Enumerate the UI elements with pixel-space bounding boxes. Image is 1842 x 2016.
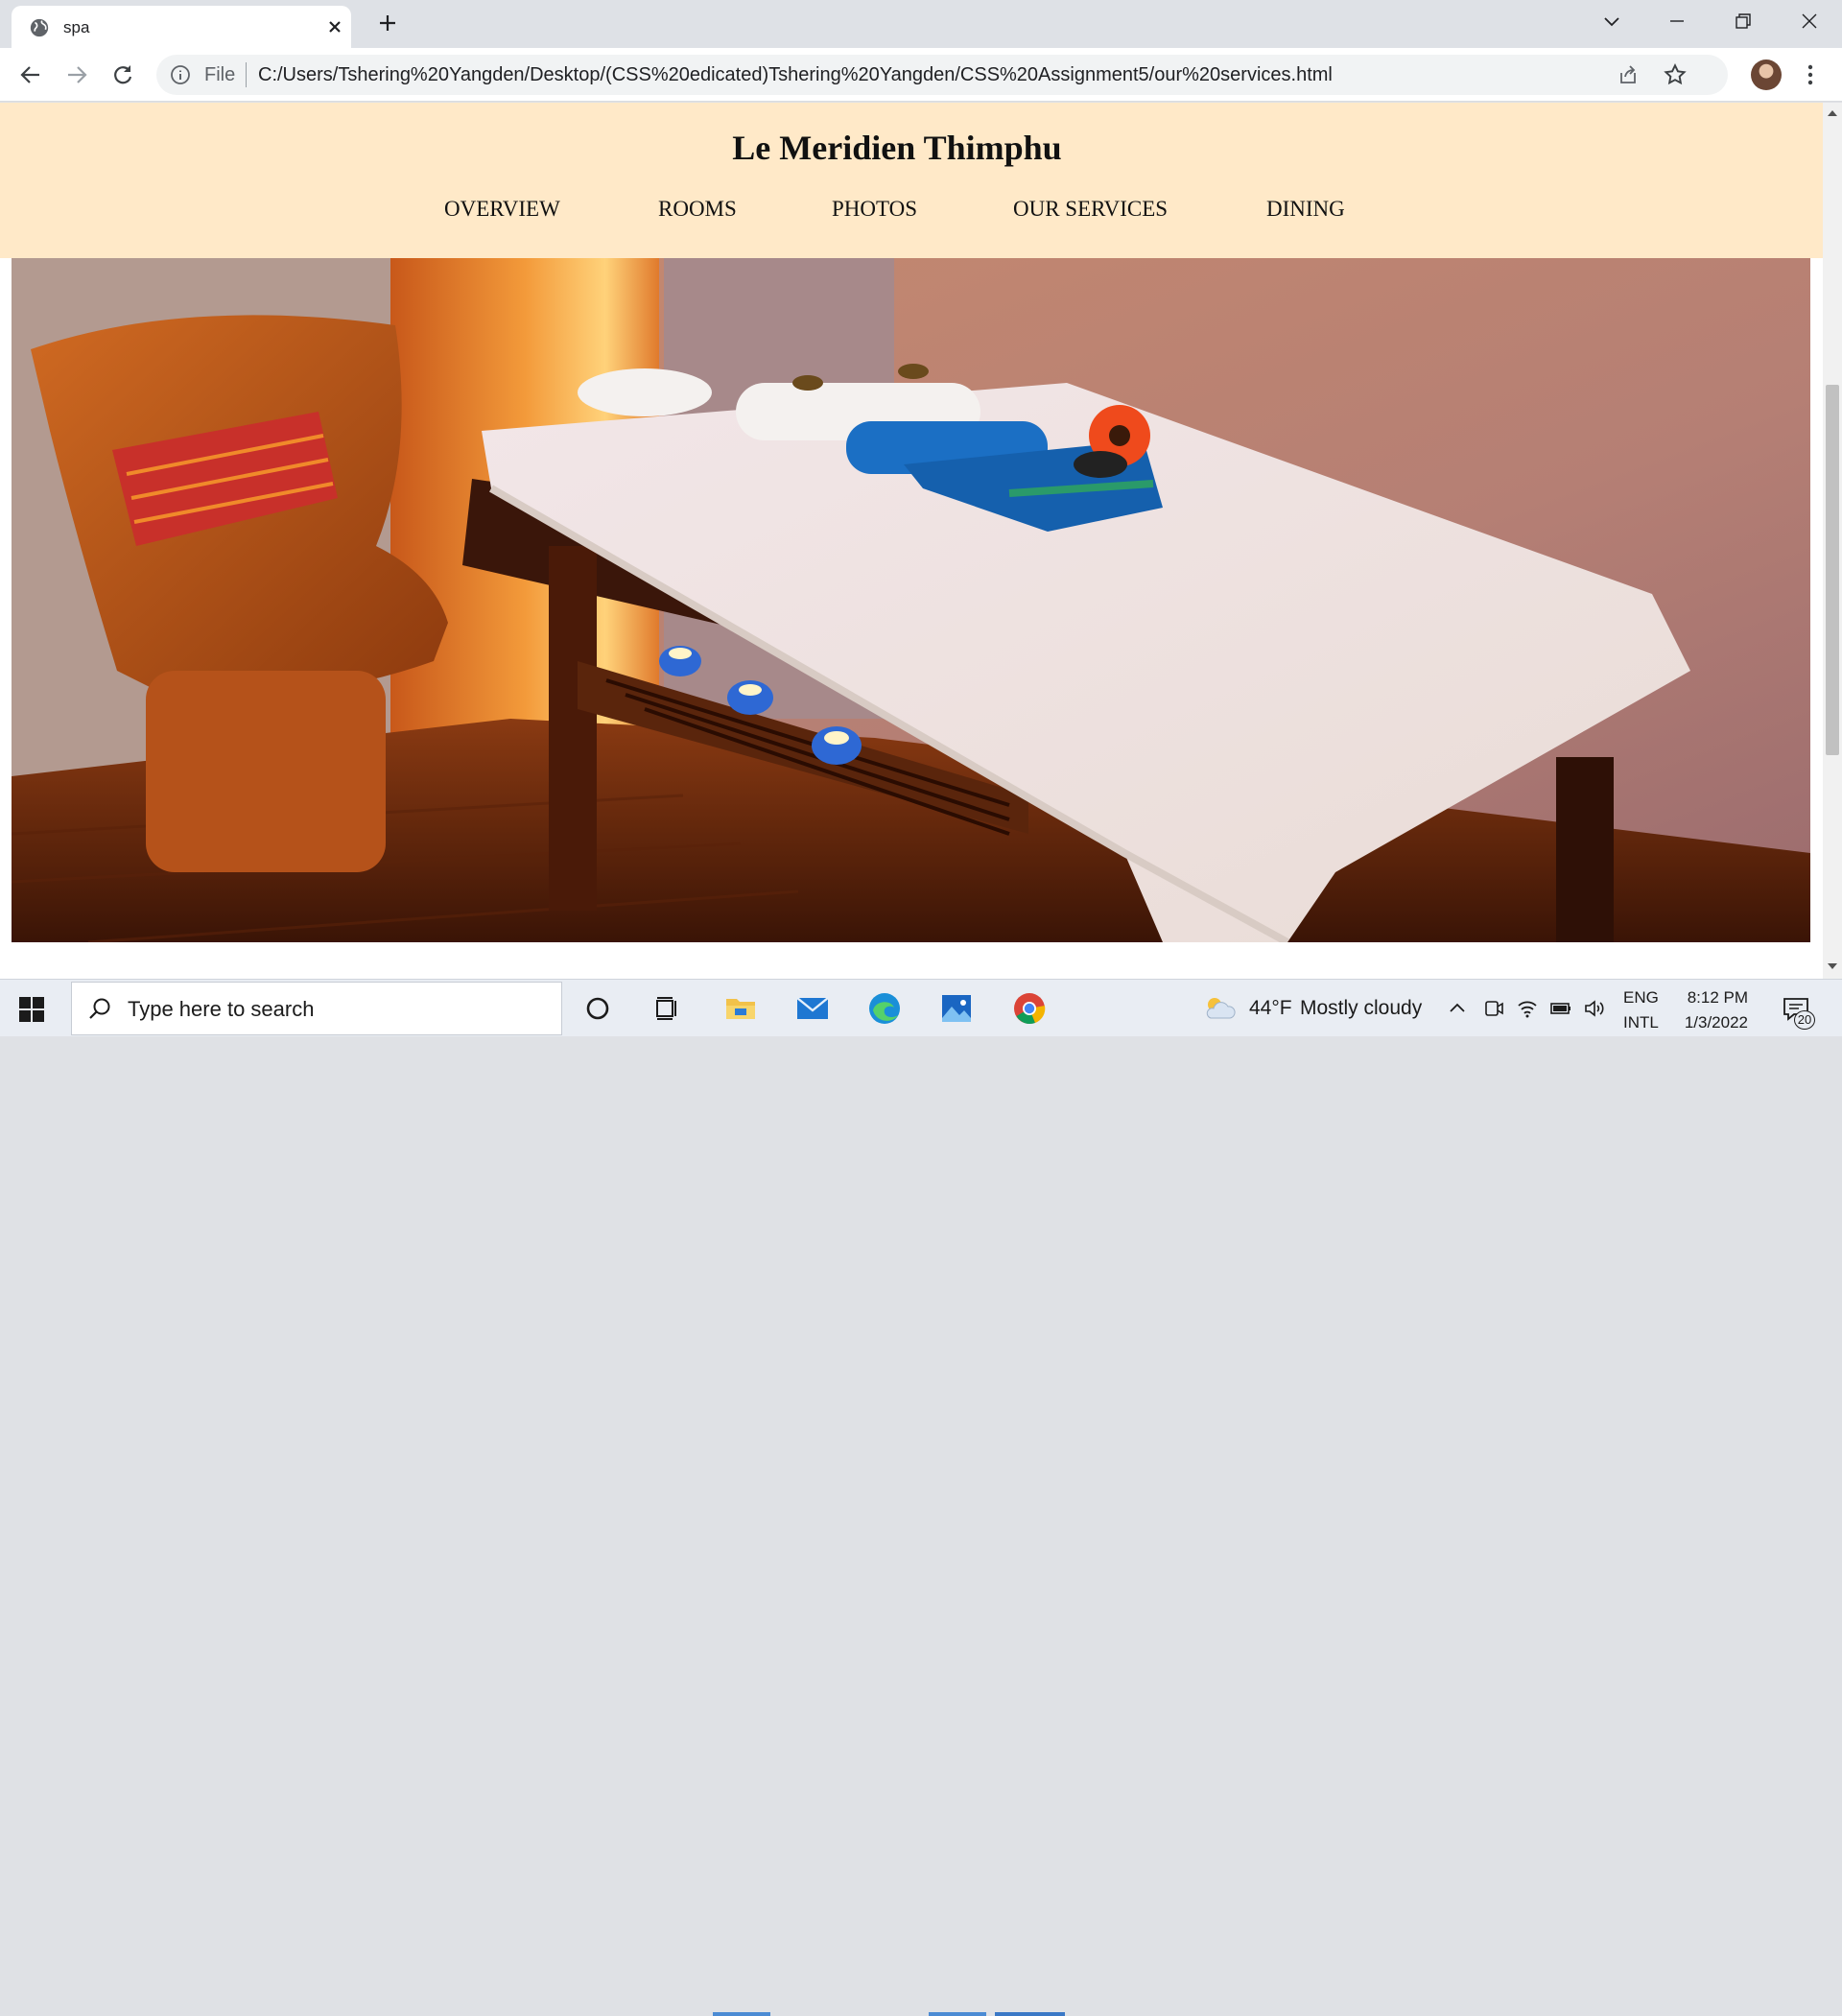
lang-primary: ENG	[1623, 988, 1659, 1007]
close-window-icon[interactable]	[1794, 10, 1823, 33]
meet-now-icon[interactable]	[1482, 997, 1505, 1020]
cortana-icon[interactable]	[579, 989, 617, 1028]
new-tab-icon[interactable]	[376, 12, 399, 35]
tab-title: spa	[63, 18, 90, 36]
site-nav: OVERVIEW ROOMS PHOTOS OUR SERVICES DININ…	[0, 197, 1823, 225]
explorer-active-indicator	[713, 2012, 770, 2016]
tab-search-chevron-icon[interactable]	[1597, 10, 1626, 33]
nav-rooms[interactable]: ROOMS	[658, 197, 737, 222]
more-menu-icon[interactable]	[1799, 61, 1822, 88]
restore-icon[interactable]	[1728, 10, 1757, 33]
taskbar-search-box[interactable]: Type here to search	[71, 982, 562, 1035]
nav-overview[interactable]: OVERVIEW	[444, 197, 560, 222]
back-icon[interactable]	[17, 61, 44, 88]
address-bar[interactable]: File C:/Users/Tshering%20Yangden/Desktop…	[156, 55, 1728, 95]
input-language[interactable]: ENG INTL	[1623, 985, 1659, 1035]
notification-count-badge: 20	[1794, 1010, 1815, 1030]
profile-avatar[interactable]	[1751, 59, 1782, 90]
url-text[interactable]: C:/Users/Tshering%20Yangden/Desktop/(CSS…	[258, 64, 1333, 86]
scheme-label: File	[204, 64, 236, 85]
scroll-up-arrow-icon[interactable]	[1827, 108, 1838, 118]
photos-active-indicator	[929, 2012, 986, 2016]
windows-taskbar: Type here to search 44°F Mostly cloudy E…	[0, 979, 1842, 2016]
nav-dining[interactable]: DINING	[1266, 197, 1345, 222]
browser-tab-strip: spa	[0, 0, 1842, 48]
forward-icon[interactable]	[63, 61, 90, 88]
task-view-icon[interactable]	[648, 989, 686, 1028]
wifi-icon[interactable]	[1516, 997, 1539, 1020]
minimize-icon[interactable]	[1663, 10, 1691, 33]
edge-icon[interactable]	[865, 989, 904, 1028]
reload-icon[interactable]	[109, 61, 136, 88]
mail-icon[interactable]	[793, 989, 832, 1028]
site-info-icon[interactable]	[170, 64, 191, 85]
nav-our-services[interactable]: OUR SERVICES	[1013, 197, 1168, 222]
browser-toolbar: File C:/Users/Tshering%20Yangden/Desktop…	[0, 48, 1842, 102]
weather-description[interactable]: Mostly cloudy	[1300, 997, 1422, 1020]
volume-icon[interactable]	[1583, 997, 1606, 1020]
bookmark-star-icon[interactable]	[1663, 62, 1688, 87]
globe-icon	[30, 18, 49, 37]
weather-cloud-icon[interactable]	[1203, 995, 1236, 1022]
system-clock[interactable]: 8:12 PM 1/3/2022	[1681, 985, 1748, 1035]
chrome-active-indicator	[995, 2012, 1065, 2016]
scrollbar-thumb[interactable]	[1826, 385, 1839, 755]
lang-secondary: INTL	[1623, 1013, 1659, 1032]
windows-start-icon[interactable]	[19, 997, 44, 1022]
scroll-down-arrow-icon[interactable]	[1827, 961, 1838, 971]
clock-date: 1/3/2022	[1684, 1013, 1748, 1032]
nav-photos[interactable]: PHOTOS	[832, 197, 917, 222]
chrome-icon[interactable]	[1010, 989, 1049, 1028]
tab-spa[interactable]: spa	[12, 6, 351, 48]
search-icon	[89, 998, 110, 1019]
photos-icon[interactable]	[937, 989, 976, 1028]
address-separator	[246, 62, 247, 87]
weather-temp[interactable]: 44°F	[1249, 997, 1292, 1020]
battery-icon[interactable]	[1549, 997, 1572, 1020]
site-title: Le Meridien Thimphu	[732, 129, 1062, 167]
page-scrollbar[interactable]	[1823, 103, 1842, 979]
page-viewport: Le Meridien Thimphu OVERVIEW ROOMS PHOTO…	[0, 103, 1823, 979]
file-explorer-icon[interactable]	[721, 989, 760, 1028]
share-icon[interactable]	[1617, 63, 1640, 86]
clock-time: 8:12 PM	[1687, 988, 1748, 1007]
site-header: Le Meridien Thimphu OVERVIEW ROOMS PHOTO…	[0, 103, 1823, 258]
show-hidden-icons-chevron-icon[interactable]	[1446, 997, 1469, 1020]
spa-room-photo	[12, 258, 1810, 942]
close-tab-icon[interactable]	[323, 15, 346, 38]
search-placeholder: Type here to search	[128, 997, 315, 1021]
